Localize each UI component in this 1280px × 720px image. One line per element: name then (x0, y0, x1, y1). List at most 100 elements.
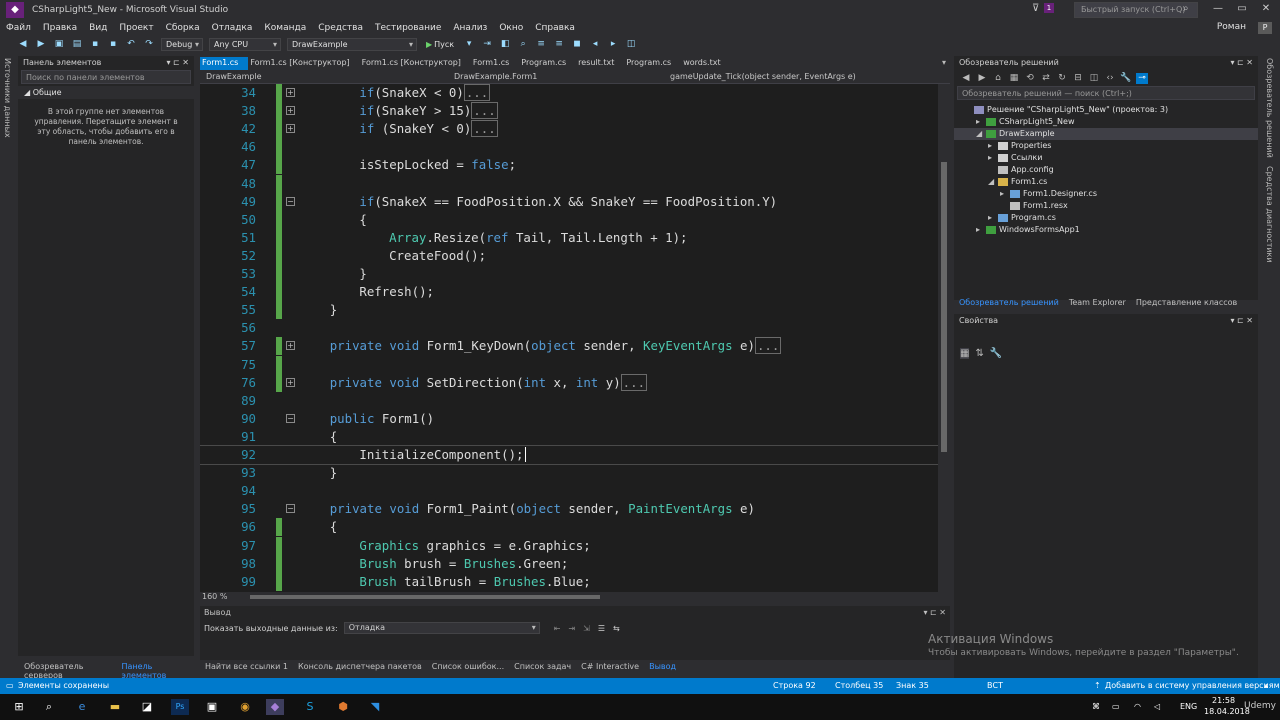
solution-explorer-window-controls[interactable]: ▾ ⊏ ✕ (1230, 58, 1253, 68)
code-line[interactable]: 76 + private void SetDirection(int x, int … (200, 373, 938, 392)
notification-badge[interactable]: 1 (1044, 3, 1054, 13)
categorized-icon[interactable]: ▦ (960, 348, 970, 359)
menu-item[interactable]: Окно (493, 23, 529, 33)
document-tab[interactable]: Form1.cs (200, 57, 249, 70)
open-file-icon[interactable]: ▤ (70, 38, 84, 50)
bottom-tool-tab[interactable]: Найти все ссылки 1 (200, 660, 293, 674)
code-text[interactable]: } (330, 301, 337, 319)
code-line[interactable]: 51 Array.Resize(ref Tail, Tail.Length + 1… (200, 228, 938, 247)
expand-region-icon[interactable]: + (286, 377, 295, 387)
step-icon[interactable]: ⇥ (480, 38, 494, 50)
filter-icon[interactable]: ⊽ (1032, 3, 1039, 14)
property-pages-icon[interactable]: 🔧 (990, 348, 1002, 359)
editor-horizontal-scroll-thumb[interactable] (250, 595, 600, 599)
expand-region-icon[interactable]: + (286, 124, 295, 134)
code-line[interactable]: 92 InitializeComponent(); (200, 445, 939, 465)
start-icon[interactable]: ⊞ (10, 699, 28, 715)
collapse-region-icon[interactable]: − (286, 504, 295, 514)
code-line[interactable]: 57 + private void Form1_KeyDown(object sen… (200, 337, 938, 356)
document-tab[interactable]: words.txt (681, 57, 730, 70)
solution-tree-item[interactable]: App.config (954, 164, 1258, 176)
start-button[interactable]: ▶ Пуск (426, 40, 454, 49)
code-line[interactable]: 42 + if (SnakeY < 0)... (200, 120, 938, 139)
code-line[interactable]: 46 (200, 138, 938, 157)
clock-time[interactable]: 21:58 (1212, 696, 1235, 705)
menu-item[interactable]: Отладка (206, 23, 259, 33)
redo-icon[interactable]: ↷ (142, 38, 156, 50)
solution-explorer-tab[interactable]: Представление классов (1131, 296, 1242, 310)
code-text[interactable]: if(SnakeY > 15)... (359, 102, 498, 120)
code-line[interactable]: 95 − private void Form1_Paint(object sende… (200, 500, 938, 518)
code-text[interactable]: if(SnakeX < 0)... (359, 84, 491, 102)
tree-expander-icon[interactable]: ◢ (988, 176, 998, 188)
tree-expander-icon[interactable]: ▸ (976, 224, 986, 236)
menu-item[interactable]: Проект (113, 23, 159, 33)
menu-item[interactable]: Правка (37, 23, 83, 33)
tree-expander-icon[interactable]: ▸ (976, 116, 986, 128)
code-text[interactable]: Brush tailBrush = Brushes.Blue; (359, 573, 590, 591)
source-control-up-icon[interactable]: ⇡ (1094, 681, 1101, 690)
vs-code-icon[interactable]: ◥ (366, 699, 384, 715)
code-text[interactable]: private void Form1_KeyDown(object sender… (330, 337, 782, 355)
solution-explorer-tab[interactable]: Обозреватель решений (954, 296, 1064, 310)
back-icon[interactable]: ◀ (960, 73, 972, 84)
comment-icon[interactable]: ≡ (534, 38, 548, 50)
save-all-icon[interactable]: ▪ (106, 38, 120, 50)
editor-vertical-scrollbar[interactable] (938, 84, 950, 592)
document-tab[interactable]: Form1.cs [Конструктор] (248, 57, 359, 70)
menu-item[interactable]: Анализ (447, 23, 493, 33)
menu-item[interactable]: Файл (0, 23, 37, 33)
clock-date[interactable]: 18.04.2018 (1204, 707, 1250, 716)
solution-tree-item[interactable]: ◢ DrawExample (954, 128, 1258, 140)
tab-solution-explorer-side[interactable]: Обозреватель решений (1265, 58, 1274, 158)
user-name[interactable]: Роман (1217, 22, 1246, 32)
toolbox-search-input[interactable]: Поиск по панели элементов (21, 70, 191, 84)
forward-icon[interactable]: ▶ (34, 38, 48, 50)
document-tab[interactable]: Program.cs (624, 57, 681, 70)
output-source-select[interactable]: Отладка (343, 622, 540, 634)
toolbox-window-controls[interactable]: ▾ ⊏ ✕ (166, 58, 189, 68)
expand-region-icon[interactable]: + (286, 341, 295, 351)
code-text[interactable]: Brush brush = Brushes.Green; (359, 555, 568, 573)
zoom-level[interactable]: 160 % (202, 592, 227, 601)
network-icon[interactable]: ⌘ (1092, 702, 1100, 711)
view-code-icon[interactable]: ‹› (1104, 73, 1116, 84)
breakpoints-icon[interactable]: ◧ (498, 38, 512, 50)
code-line[interactable]: 48 (200, 174, 938, 193)
solution-explorer-tab[interactable]: Team Explorer (1064, 296, 1131, 310)
code-line[interactable]: 97 Graphics graphics = e.Graphics; (200, 536, 938, 555)
skype-icon[interactable]: S (301, 699, 319, 715)
solution-tree-item[interactable]: ▸ CSharpLight5_New (954, 116, 1258, 128)
document-tab[interactable]: Form1.cs [Конструктор] (360, 57, 471, 70)
next-bookmark-icon[interactable]: ▸ (606, 38, 620, 50)
collapse-all-icon[interactable]: ⊟ (1072, 73, 1084, 84)
code-line[interactable]: 54 Refresh(); (200, 283, 938, 302)
document-tab[interactable]: result.txt (576, 57, 624, 70)
nav-member-dropdown[interactable]: gameUpdate_Tick(object sender, EventArgs… (670, 72, 856, 81)
bottom-tool-tab[interactable]: Список ошибок... (427, 660, 509, 674)
tree-expander-icon[interactable]: ▸ (988, 152, 998, 164)
output-clear-icon[interactable]: ☰ (598, 624, 605, 633)
code-editor[interactable]: 34 + if(SnakeX < 0)... 38 + if(SnakeY > 15)..… (200, 84, 950, 592)
bottom-tool-tab[interactable]: C# Interactive (576, 660, 644, 674)
bottom-tool-tab[interactable]: Консоль диспетчера пакетов (293, 660, 427, 674)
preview-selected-icon[interactable]: ⊸ (1136, 72, 1148, 84)
output-window-controls[interactable]: ▾ ⊏ ✕ (923, 608, 946, 618)
code-text[interactable]: CreateFood(); (389, 247, 486, 265)
menu-item[interactable]: Вид (83, 23, 113, 33)
code-text[interactable]: isStepLocked = false; (359, 156, 516, 174)
code-line[interactable]: 91 { (200, 428, 938, 446)
language-indicator[interactable]: ENG (1180, 702, 1197, 711)
alphabetical-icon[interactable]: ⇅ (975, 348, 983, 359)
code-line[interactable]: 99 Brush tailBrush = Brushes.Blue; (200, 572, 938, 591)
remote-desktop-icon[interactable]: ▣ (203, 699, 221, 715)
startup-project-select[interactable]: DrawExample (287, 37, 417, 51)
add-to-source-control-button[interactable]: Добавить в систему управления версиями (1105, 681, 1280, 690)
code-line[interactable]: 34 + if(SnakeX < 0)... (200, 84, 938, 102)
solution-tree-item[interactable]: ▸ WindowsFormsApp1 (954, 224, 1258, 236)
collapse-region-icon[interactable]: − (286, 413, 295, 423)
save-icon[interactable]: ▪ (88, 38, 102, 50)
tab-server-explorer[interactable]: Обозреватель серверов (18, 660, 115, 680)
code-text[interactable]: Graphics graphics = e.Graphics; (359, 537, 590, 555)
code-line[interactable]: 56 (200, 319, 938, 337)
